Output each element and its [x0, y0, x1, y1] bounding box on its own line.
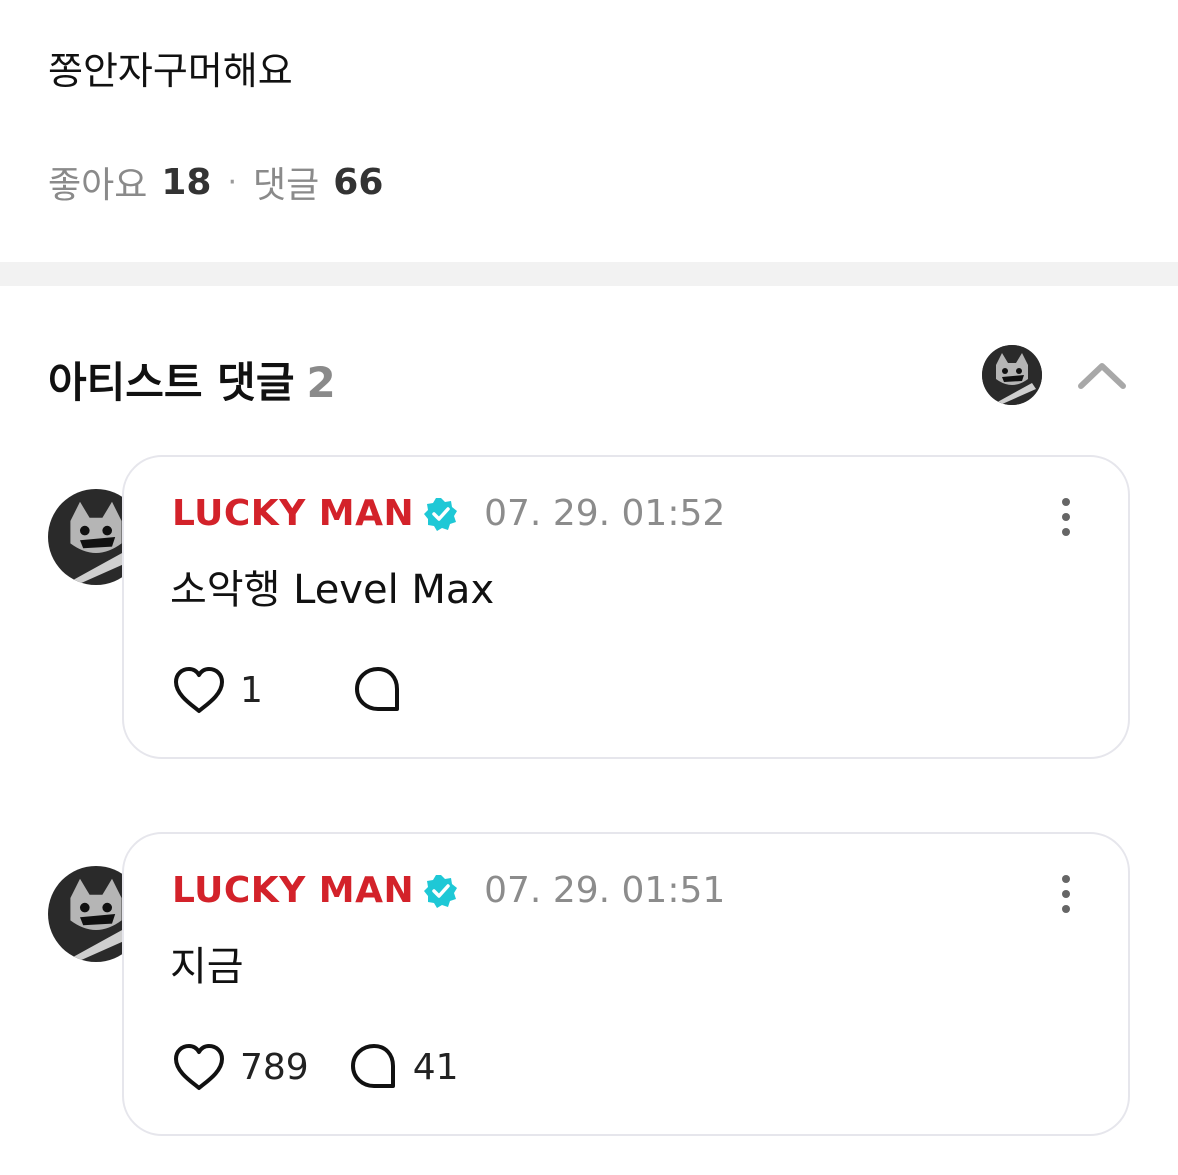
artist-comments-count: 2 [306, 358, 336, 407]
author-name[interactable]: LUCKY MAN [172, 493, 414, 534]
section-divider [0, 262, 1178, 286]
likes-count: 18 [161, 161, 212, 203]
comments-count: 66 [333, 161, 384, 203]
reply-count: 41 [412, 1046, 459, 1088]
heart-icon [174, 667, 224, 713]
like-button[interactable]: 1 [172, 665, 263, 715]
verified-badge-icon [424, 874, 458, 908]
speech-bubble-icon [350, 1044, 395, 1088]
comment-text: 지금 [170, 944, 244, 990]
artist-comments-header: 아티스트 댓글 2 [48, 345, 1130, 409]
artist-comments-title: 아티스트 댓글 [48, 358, 295, 407]
like-count: 1 [240, 669, 263, 711]
comment-card: LUCKY MAN 07. 29. 01:51 지금 789 41 [122, 832, 1130, 1136]
heart-icon [174, 1044, 224, 1090]
comment-card: LUCKY MAN 07. 29. 01:52 소악행 Level Max 1 [122, 455, 1130, 759]
comments-label: 댓글 [253, 165, 320, 206]
more-options-icon[interactable] [1056, 874, 1076, 914]
more-options-icon[interactable] [1056, 497, 1076, 537]
likes-label: 좋아요 [48, 165, 148, 206]
comment-timestamp: 07. 29. 01:52 [484, 493, 726, 534]
like-button[interactable]: 789 [172, 1042, 309, 1092]
reply-button[interactable]: 41 [349, 1042, 459, 1092]
artist-avatar[interactable] [982, 345, 1042, 405]
speech-bubble-icon [354, 667, 399, 711]
author-name[interactable]: LUCKY MAN [172, 870, 414, 911]
comment-item: LUCKY MAN 07. 29. 01:52 소악행 Level Max 1 [48, 455, 1130, 759]
comment-meta: LUCKY MAN 07. 29. 01:51 [172, 870, 725, 911]
comment-actions: 789 41 [172, 1042, 459, 1092]
stat-separator: · [227, 164, 238, 200]
section-title: 아티스트 댓글 2 [48, 349, 336, 410]
comment-actions: 1 [172, 665, 417, 715]
comment-item: LUCKY MAN 07. 29. 01:51 지금 789 41 [48, 832, 1130, 1136]
like-count: 789 [240, 1046, 309, 1088]
post-stats: 좋아요 18 · 댓글 66 [48, 156, 383, 208]
post-body: 쫑안자구머해요 [48, 49, 293, 93]
chevron-up-icon[interactable] [1076, 359, 1128, 391]
comment-timestamp: 07. 29. 01:51 [484, 870, 726, 911]
verified-badge-icon [424, 497, 458, 531]
comment-text: 소악행 Level Max [170, 567, 495, 613]
comment-meta: LUCKY MAN 07. 29. 01:52 [172, 493, 725, 534]
cat-avatar-icon [982, 345, 1042, 405]
reply-button[interactable] [353, 665, 417, 715]
